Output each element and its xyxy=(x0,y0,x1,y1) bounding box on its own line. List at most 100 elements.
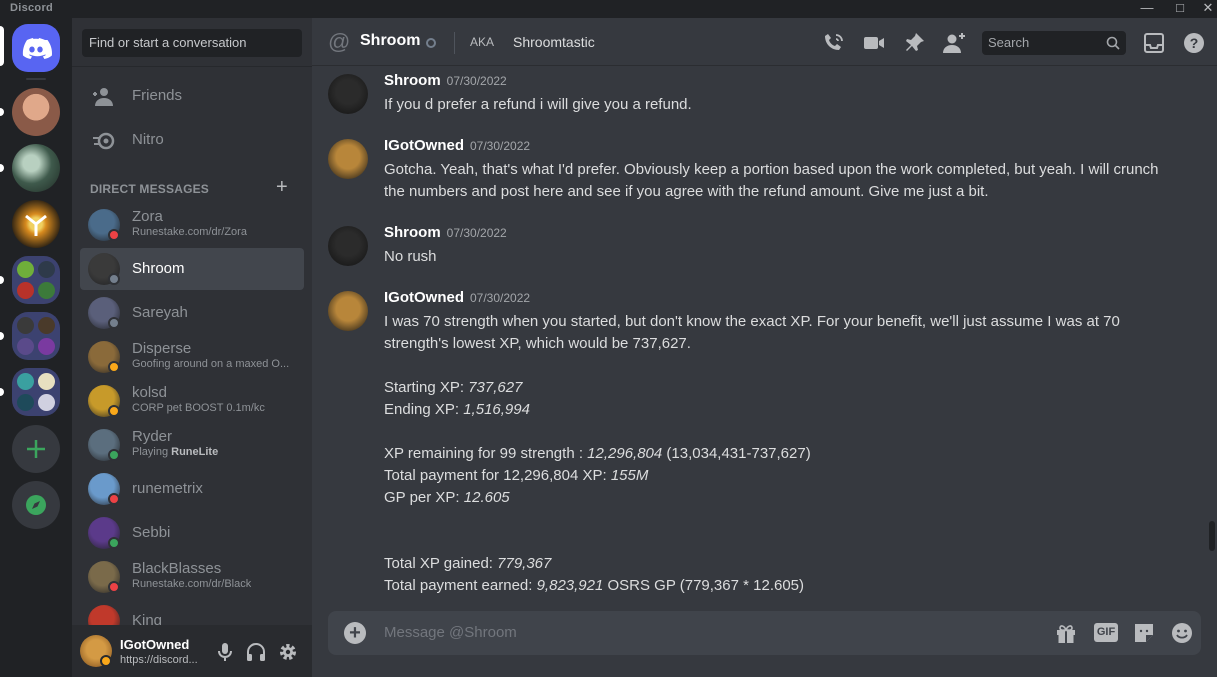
dm-item[interactable]: Zora Runestake.com/dr/Zora xyxy=(80,204,304,246)
user-panel: IGotOwned https://discord... xyxy=(72,625,312,677)
app-title: Discord xyxy=(10,2,54,14)
message-line: Total payment for 12,296,804 XP: 155M xyxy=(384,465,648,487)
chat-area: @ Shroom AKA Shroomtastic Search ? Shroo… xyxy=(312,18,1217,677)
message-line: No rush xyxy=(384,248,437,265)
dm-item[interactable]: BlackBlasses Runestake.com/dr/Black xyxy=(80,556,304,598)
message-line: I was 70 strength when you started, but … xyxy=(384,311,1120,333)
pinned-messages-icon[interactable] xyxy=(902,31,926,55)
friends-icon xyxy=(93,88,113,106)
message-composer[interactable]: + Message @Shroom GIF xyxy=(328,611,1201,655)
search-icon xyxy=(1106,36,1120,50)
inbox-icon[interactable] xyxy=(1142,31,1166,55)
message-line: XP remaining for 99 strength : 12,296,80… xyxy=(384,443,811,465)
dm-name: Sebbi xyxy=(132,524,171,541)
message-author[interactable]: IGotOwned 07/30/2022 xyxy=(384,289,530,306)
gif-icon[interactable]: GIF xyxy=(1094,623,1118,642)
settings-gear-icon[interactable] xyxy=(277,641,299,663)
dm-item[interactable]: Sebbi xyxy=(80,512,304,554)
avatar[interactable] xyxy=(328,226,368,266)
channel-title: Shroom xyxy=(360,32,421,49)
nav-nitro[interactable]: Nitro xyxy=(80,120,304,162)
status-dnd-indicator xyxy=(108,229,120,241)
dm-item[interactable]: Sareyah xyxy=(80,292,304,334)
line-suffix: (13,034,431-737,627) xyxy=(662,445,811,462)
gift-icon[interactable] xyxy=(1054,622,1078,644)
dm-item[interactable]: kolsd CORP pet BOOST 0.1m/kc xyxy=(80,380,304,422)
emoji-icon[interactable] xyxy=(1170,622,1194,644)
avatar[interactable] xyxy=(328,139,368,179)
search-input[interactable]: Search xyxy=(982,31,1126,55)
message-timestamp: 07/30/2022 xyxy=(470,291,531,305)
line-emphasis: 12.605 xyxy=(463,489,510,506)
explore-servers-button[interactable] xyxy=(12,481,60,529)
destiny-logo-icon xyxy=(25,214,47,236)
help-icon[interactable]: ? xyxy=(1182,31,1206,55)
message-author[interactable]: Shroom 07/30/2022 xyxy=(384,72,507,89)
line-text: Total payment for 12,296,804 XP: xyxy=(384,467,611,484)
microphone-icon[interactable] xyxy=(214,641,236,663)
at-icon: @ xyxy=(328,29,351,54)
server-folder[interactable] xyxy=(12,256,60,304)
message-line: Starting XP: 737,627 xyxy=(384,377,522,399)
avatar[interactable] xyxy=(328,74,368,114)
nav-friends[interactable]: Friends xyxy=(80,76,304,118)
dm-item[interactable]: Disperse Goofing around on a maxed O... xyxy=(80,336,304,378)
unread-indicator xyxy=(0,388,4,396)
maximize-icon[interactable]: □ xyxy=(1166,0,1194,18)
home-button[interactable] xyxy=(12,24,60,72)
upload-plus-icon[interactable]: + xyxy=(344,622,366,644)
avatar[interactable] xyxy=(328,291,368,331)
dm-item[interactable]: Shroom xyxy=(80,248,304,290)
server-folder[interactable] xyxy=(12,368,60,416)
unread-indicator xyxy=(0,276,4,284)
author-name[interactable]: IGotOwned xyxy=(384,137,464,154)
line-text: Total XP gained: xyxy=(384,555,498,572)
folder-server-icon xyxy=(17,282,34,299)
folder-server-icon xyxy=(17,394,34,411)
status-idle-indicator xyxy=(100,655,112,667)
server-icon[interactable] xyxy=(12,200,60,248)
line-emphasis: 779,367 xyxy=(497,555,552,572)
status-dnd-indicator xyxy=(108,581,120,593)
create-dm-icon[interactable]: + xyxy=(276,176,288,199)
minimize-icon[interactable]: — xyxy=(1133,0,1161,18)
message-timestamp: 07/30/2022 xyxy=(470,139,531,153)
dm-name: Shroom xyxy=(132,260,185,277)
line-emphasis: 1,516,994 xyxy=(463,401,530,418)
dm-sidebar: Find or start a conversation Friends Nit… xyxy=(72,18,312,677)
message-input[interactable]: Message @Shroom xyxy=(384,624,517,641)
add-friend-icon[interactable] xyxy=(942,31,966,55)
dm-item[interactable]: runemetrix xyxy=(80,468,304,510)
sticker-icon[interactable] xyxy=(1132,622,1156,644)
author-name[interactable]: Shroom xyxy=(384,224,441,241)
dm-name: Zora xyxy=(132,208,163,225)
status-idle-indicator xyxy=(108,405,120,417)
video-call-icon[interactable] xyxy=(862,31,886,55)
line-text: I was 70 strength when you started, but … xyxy=(384,313,1120,330)
folder-server-icon xyxy=(38,338,55,355)
plus-icon xyxy=(27,440,45,458)
server-folder[interactable] xyxy=(12,312,60,360)
scrollbar[interactable] xyxy=(1209,521,1215,551)
line-suffix: OSRS GP (779,367 * 12.605) xyxy=(603,577,805,594)
folder-server-icon xyxy=(38,317,55,334)
dm-item[interactable]: Ryder Playing RuneLite xyxy=(80,424,304,466)
nav-friends-label: Friends xyxy=(132,87,183,104)
headphones-icon[interactable] xyxy=(245,641,267,663)
aka-value: Shroomtastic xyxy=(513,34,595,50)
author-name[interactable]: Shroom xyxy=(384,72,441,89)
find-conversation-input[interactable]: Find or start a conversation xyxy=(82,29,302,57)
compass-icon xyxy=(26,495,46,515)
message-line: the numbers and post here and see if you… xyxy=(384,183,989,200)
add-server-button[interactable] xyxy=(12,425,60,473)
message-author[interactable]: Shroom 07/30/2022 xyxy=(384,224,507,241)
activity-game: RuneLite xyxy=(171,446,219,458)
svg-text:?: ? xyxy=(1190,35,1199,51)
server-icon[interactable] xyxy=(12,144,60,192)
server-icon[interactable] xyxy=(12,88,60,136)
voice-call-icon[interactable] xyxy=(822,31,846,55)
message-author[interactable]: IGotOwned 07/30/2022 xyxy=(384,137,530,154)
line-text: GP per XP: xyxy=(384,489,464,506)
author-name[interactable]: IGotOwned xyxy=(384,289,464,306)
close-icon[interactable]: ✕ xyxy=(1194,0,1217,18)
